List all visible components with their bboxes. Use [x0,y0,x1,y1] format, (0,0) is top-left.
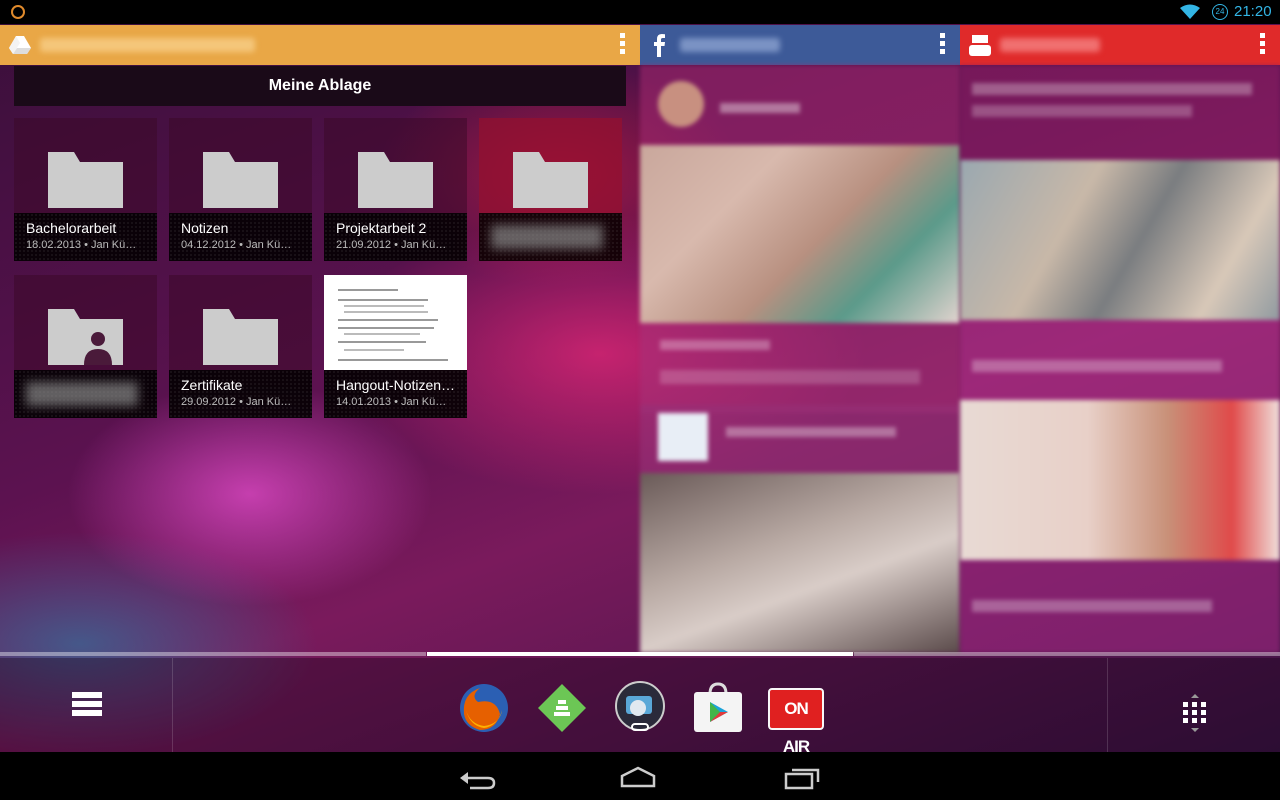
drive-item[interactable] [14,275,157,418]
wifi-icon [1180,4,1200,19]
drive-item[interactable]: Projektarbeit 2 21.09.2012 • Jan Kü… [324,118,467,261]
dock-divider [1107,658,1108,752]
blurred-text [972,600,1212,612]
notification-ring-icon [11,5,25,19]
dock: ON AIR [0,658,1280,756]
drive-item[interactable]: Bachelorarbeit 18.02.2013 • Jan Kü… [14,118,157,261]
google-drive-icon [9,36,31,54]
drive-item-meta: 04.12.2012 • Jan Kü… [181,239,292,251]
youtube-widget-header [960,25,1280,65]
drive-item-name: Hangout-Notizen… [336,377,456,393]
video-thumbnail [960,160,1280,320]
on-air-icon[interactable]: ON AIR [768,688,824,756]
blurred-text [726,427,896,437]
feedly-icon[interactable] [534,680,590,736]
drive-item[interactable]: Zertifikate 29.09.2012 • Jan Kü… [169,275,312,418]
page-indicator [0,652,1280,656]
folder-icon [203,309,278,365]
alarm-badge-icon: 24 [1212,4,1228,20]
launcher-menu-icon[interactable] [72,692,102,720]
page-indicator-segment [854,652,1280,656]
back-icon[interactable] [458,764,498,790]
drive-overflow-menu-icon[interactable] [620,33,626,57]
folder-icon [48,152,123,208]
page-indicator-segment [0,652,426,656]
drive-item-name: Notizen [181,220,229,236]
post-image [640,473,960,653]
blurred-text [660,340,770,350]
drive-item[interactable] [479,118,622,261]
account-name-blurred [1000,38,1100,52]
drive-item-meta: 18.02.2013 • Jan Kü… [26,239,137,251]
account-name-blurred [680,38,780,52]
youtube-overflow-menu-icon[interactable] [1260,33,1266,57]
video-thumbnail [960,400,1280,560]
drive-folder-title: Meine Ablage [14,66,626,106]
facebook-widget-header [640,25,960,65]
drive-item[interactable]: Hangout-Notizen… 14.01.2013 • Jan Kü… [324,275,467,418]
blurred-text [972,105,1192,117]
folder-icon [358,152,433,208]
link-bubble-icon[interactable] [612,680,668,736]
avatar [658,81,704,127]
navigation-bar [0,752,1280,800]
facebook-feed[interactable] [640,65,960,653]
folder-icon [513,152,588,208]
account-name-blurred [40,38,255,52]
drive-item-name: Zertifikate [181,377,243,393]
avatar [658,413,708,461]
blurred-text [972,360,1222,372]
drive-item-name-blurred [26,382,138,406]
drive-item-meta: 21.09.2012 • Jan Kü… [336,239,447,251]
dock-divider [172,658,173,752]
status-time: 21:20 [1234,3,1272,20]
play-store-icon[interactable] [690,680,746,736]
folder-icon [203,152,278,208]
shared-folder-icon [48,309,123,365]
home-icon[interactable] [618,764,658,790]
drive-item[interactable]: Notizen 04.12.2012 • Jan Kü… [169,118,312,261]
blurred-text [972,83,1252,95]
blurred-text [720,103,800,113]
drive-item-name: Projektarbeit 2 [336,220,427,236]
blurred-text [660,370,920,384]
youtube-feed[interactable] [960,65,1280,653]
drive-widget-header [0,25,640,65]
recent-apps-icon[interactable] [782,764,822,790]
facebook-overflow-menu-icon[interactable] [940,33,946,57]
app-drawer-icon[interactable] [1181,694,1209,734]
document-thumbnail [324,275,467,370]
drive-item-name-blurred [491,225,603,249]
drive-item-meta: 29.09.2012 • Jan Kü… [181,396,292,408]
drive-item-name: Bachelorarbeit [26,220,117,236]
firefox-icon[interactable] [456,680,512,736]
page-indicator-current [427,652,853,656]
youtube-icon [968,33,992,57]
facebook-icon [654,34,665,57]
post-image [640,145,960,323]
status-bar: 24 21:20 [0,0,1280,24]
feed-card [640,323,960,413]
drive-item-meta: 14.01.2013 • Jan Kü… [336,396,447,408]
